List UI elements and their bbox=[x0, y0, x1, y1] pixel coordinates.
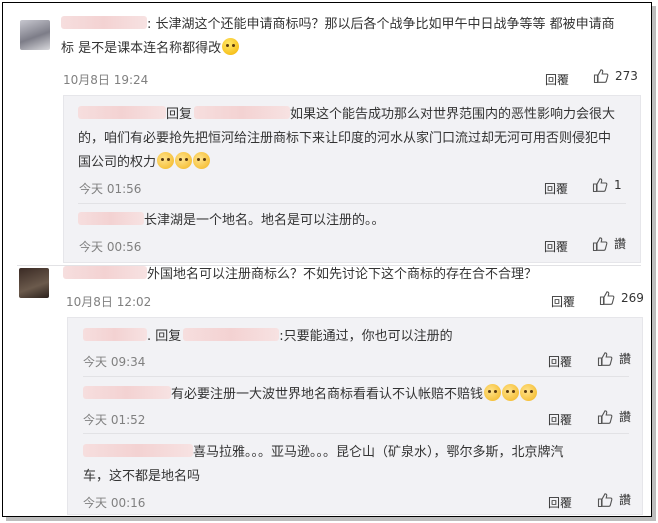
reply-text: 喜马拉雅。。。亚马逊。。。昆仑山（矿泉水），鄂尔多斯，北京牌汽 bbox=[83, 441, 633, 465]
mention-blurred[interactable] bbox=[183, 328, 280, 341]
mention-blurred[interactable] bbox=[194, 106, 291, 119]
like-button[interactable]: 讚 bbox=[597, 350, 631, 367]
reply-time: 今天 09:34 bbox=[83, 355, 146, 369]
reply-button[interactable]: 回覆 bbox=[551, 293, 575, 310]
divider bbox=[83, 433, 629, 434]
reply-text: 长津湖是一个地名。地名是可以注册的。。 bbox=[78, 209, 385, 233]
reply-text-line2: 的，咱们有必要抢先把恒河给注册商标下来让印度的河水从家门口流过却无河可用否则侵犯… bbox=[78, 131, 612, 146]
reply-time: 今天 00:56 bbox=[79, 240, 142, 254]
reply-text: 有必要注册一大波世界地名商标看看认不认帐赔不赔钱 bbox=[83, 383, 633, 407]
comment-text: 外国地名可以注册商标么？不如先讨论下这个商标的存在合不合理？ bbox=[63, 263, 643, 287]
username-blurred[interactable] bbox=[78, 106, 166, 119]
cat-emoji-icon bbox=[175, 152, 193, 169]
thumbs-up-icon bbox=[597, 351, 613, 366]
cat-emoji-icon bbox=[157, 152, 175, 169]
reply-text-line3: 国公司的权力 bbox=[78, 151, 211, 175]
cat-emoji-icon bbox=[502, 384, 520, 401]
cat-emoji-icon bbox=[484, 384, 502, 401]
reply-text: . 回复:只要能通过，你也可以注册的 bbox=[83, 325, 633, 349]
like-button[interactable]: 269 bbox=[599, 290, 644, 306]
username-blurred[interactable] bbox=[78, 212, 144, 225]
reply-button[interactable]: 回覆 bbox=[548, 411, 572, 428]
thumbs-up-icon bbox=[592, 178, 608, 193]
comment-text-line2: 标 是不是课本连名称都得改 bbox=[61, 37, 240, 61]
username-blurred[interactable] bbox=[63, 266, 147, 279]
thumbs-up-icon bbox=[593, 69, 609, 84]
avatar[interactable] bbox=[20, 20, 50, 50]
like-count: 1 bbox=[614, 178, 622, 192]
thumbs-up-icon bbox=[597, 409, 613, 424]
thumbs-up-icon bbox=[592, 236, 608, 251]
like-count: 269 bbox=[621, 291, 644, 305]
cat-emoji-icon bbox=[520, 384, 538, 401]
thumbs-up-icon bbox=[597, 492, 613, 507]
like-count: 讚 bbox=[619, 410, 632, 424]
reply-text: 回复 如果这个能告成功那么对世界范围内的恶性影响力会很大 bbox=[78, 103, 638, 127]
like-button[interactable]: 讚 bbox=[592, 235, 626, 252]
reply-button[interactable]: 回覆 bbox=[544, 238, 568, 255]
like-count: 讚 bbox=[619, 493, 632, 507]
smile-emoji-icon bbox=[222, 38, 240, 55]
reply-time: 今天 00:16 bbox=[83, 496, 146, 510]
comment-time: 10月8日 19:24 bbox=[63, 73, 149, 87]
comment-time: 10月8日 12:02 bbox=[66, 295, 152, 309]
username-blurred[interactable] bbox=[83, 444, 193, 457]
avatar[interactable] bbox=[19, 268, 49, 298]
reply-button[interactable]: 回覆 bbox=[548, 494, 572, 511]
username-blurred[interactable] bbox=[83, 386, 171, 399]
like-button[interactable]: 1 bbox=[592, 177, 622, 193]
reply-button[interactable]: 回覆 bbox=[544, 180, 568, 197]
like-count: 讚 bbox=[619, 352, 632, 366]
like-button[interactable]: 讚 bbox=[597, 491, 631, 508]
like-button[interactable]: 273 bbox=[593, 68, 638, 84]
comment-text: : 长津湖这个还能申请商标吗？那以后各个战争比如甲午中日战争等等 都被申请商 bbox=[61, 13, 641, 37]
thumbs-up-icon bbox=[599, 291, 615, 306]
comment-panel: : 长津湖这个还能申请商标吗？那以后各个战争比如甲午中日战争等等 都被申请商 标… bbox=[2, 2, 652, 517]
like-button[interactable]: 讚 bbox=[597, 408, 631, 425]
cat-emoji-icon bbox=[193, 152, 211, 169]
reply-button[interactable]: 回覆 bbox=[548, 353, 572, 370]
username-blurred[interactable] bbox=[83, 328, 147, 341]
reply-time: 今天 01:52 bbox=[83, 413, 146, 427]
reply-text-line2: 车，这不都是地名吗 bbox=[83, 469, 201, 484]
like-count: 讚 bbox=[614, 237, 627, 251]
username-blurred[interactable] bbox=[61, 16, 147, 29]
divider bbox=[83, 376, 629, 377]
reply-button[interactable]: 回覆 bbox=[545, 71, 569, 88]
like-count: 273 bbox=[615, 69, 638, 83]
reply-time: 今天 01:56 bbox=[79, 182, 142, 196]
divider bbox=[78, 203, 626, 204]
